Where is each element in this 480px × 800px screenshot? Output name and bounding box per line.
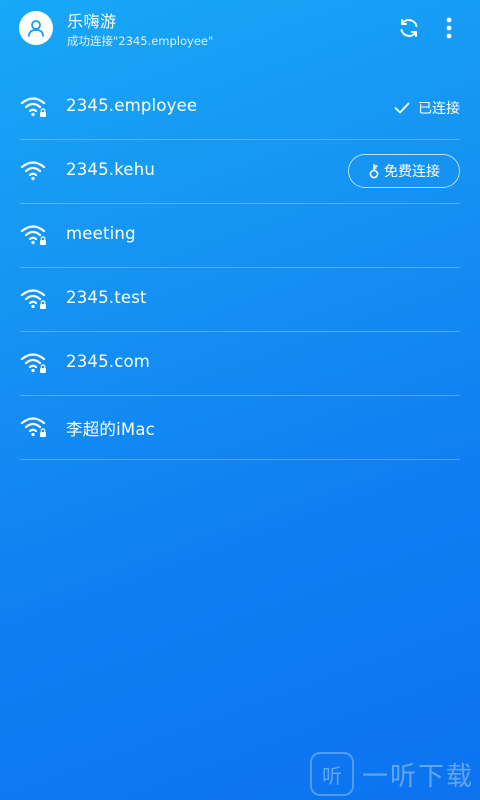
more-vertical-icon [446,17,452,39]
wifi-row-2345-kehu[interactable]: 2345.kehu 免费连接 [20,140,460,204]
wifi-name: 2345.test [66,288,147,307]
wifi-locked-icon [20,97,46,117]
wifi-network-list: 2345.employee 已连接 2345.kehu 免费连接 meeting… [20,76,460,460]
wifi-locked-icon [20,225,46,245]
header-bar: 乐嗨游 成功连接"2345.employee" [0,0,480,60]
wifi-row-2345-test[interactable]: 2345.test [20,268,460,332]
free-connect-label: 免费连接 [384,164,440,180]
wifi-row-2345-employee[interactable]: 2345.employee 已连接 [20,76,460,140]
wifi-name: 2345.kehu [66,160,156,179]
key-icon [369,163,379,179]
connection-status-text: 成功连接"2345.employee" [67,34,214,48]
refresh-icon [400,19,418,37]
wifi-locked-icon [20,353,46,373]
watermark-logo: 听 [309,752,354,796]
avatar[interactable] [19,11,53,45]
wifi-locked-icon [20,417,46,437]
connected-label: 已连接 [418,101,460,117]
free-connect-button[interactable]: 免费连接 [348,154,460,188]
wifi-row-2345-com[interactable]: 2345.com [20,332,460,396]
wifi-name: meeting [66,224,136,243]
wifi-locked-icon [20,289,46,309]
wifi-row-meeting[interactable]: meeting [20,204,460,268]
checkmark-icon [394,102,410,114]
wifi-row-imac[interactable]: 李超的iMac [20,396,460,460]
connected-status: 已连接 [394,98,460,118]
app-title: 乐嗨游 [67,12,117,31]
wifi-icon [20,161,46,181]
watermark: 听 一听下载 [309,752,474,796]
more-options-button[interactable] [435,14,463,42]
wifi-name: 2345.com [66,352,151,371]
user-avatar-icon [28,20,44,37]
refresh-button[interactable] [395,14,423,42]
wifi-name: 李超的iMac [66,420,155,439]
watermark-text: 一听下载 [361,761,474,792]
wifi-name: 2345.employee [66,96,198,115]
